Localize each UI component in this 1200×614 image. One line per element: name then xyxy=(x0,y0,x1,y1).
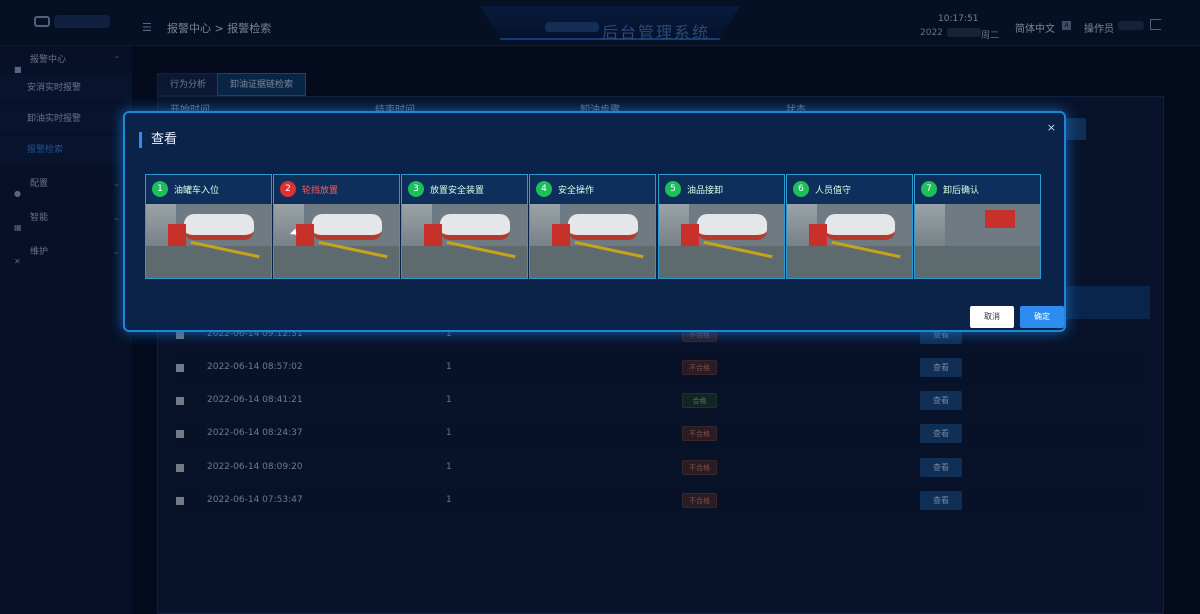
step-snapshot-image[interactable] xyxy=(274,204,399,278)
step-card-6[interactable]: 6 人员值守 xyxy=(786,174,913,279)
view-dialog: 查看 × 1 油罐车入位 2 轮挡放置 3 放置安全装置 4 安全操作 5 油品接卸 6人… xyxy=(123,111,1066,332)
step-card-7[interactable]: 7 卸后确认 xyxy=(914,174,1041,279)
step-snapshot-image[interactable] xyxy=(530,204,655,278)
step-number: 7 xyxy=(921,181,937,197)
step-snapshot-image[interactable] xyxy=(146,204,271,278)
step-snapshot-image[interactable] xyxy=(787,204,912,278)
confirm-button[interactable]: 确定 xyxy=(1020,306,1064,328)
step-label: 人员值守 xyxy=(815,186,852,196)
step-snapshot-image[interactable] xyxy=(915,204,1040,278)
step-card-3[interactable]: 3 放置安全装置 xyxy=(401,174,528,279)
step-label: 安全操作 xyxy=(558,186,595,196)
close-icon[interactable]: × xyxy=(1047,121,1056,134)
step-number: 2 xyxy=(280,181,296,197)
step-label: 油罐车入位 xyxy=(174,186,220,196)
step-label: 轮挡放置 xyxy=(302,186,339,196)
step-number: 5 xyxy=(665,181,681,197)
step-cards: 1 油罐车入位 2 轮挡放置 3 放置安全装置 4 安全操作 5 油品接卸 6 人员值守 7… xyxy=(145,174,1043,279)
step-label: 油品接卸 xyxy=(687,186,724,196)
step-card-2[interactable]: 2 轮挡放置 xyxy=(273,174,400,279)
step-number: 4 xyxy=(536,181,552,197)
step-number: 1 xyxy=(152,181,168,197)
step-card-4[interactable]: 4 安全操作 xyxy=(529,174,656,279)
cancel-button[interactable]: 取消 xyxy=(970,306,1014,328)
step-snapshot-image[interactable] xyxy=(659,204,784,278)
step-number: 6 xyxy=(793,181,809,197)
step-card-1[interactable]: 1 油罐车入位 xyxy=(145,174,272,279)
step-number: 3 xyxy=(408,181,424,197)
step-label: 放置安全装置 xyxy=(430,186,485,196)
step-card-5[interactable]: 5 油品接卸 xyxy=(658,174,785,279)
dialog-title: 查看 xyxy=(139,132,177,148)
step-label: 卸后确认 xyxy=(943,186,980,196)
step-snapshot-image[interactable] xyxy=(402,204,527,278)
